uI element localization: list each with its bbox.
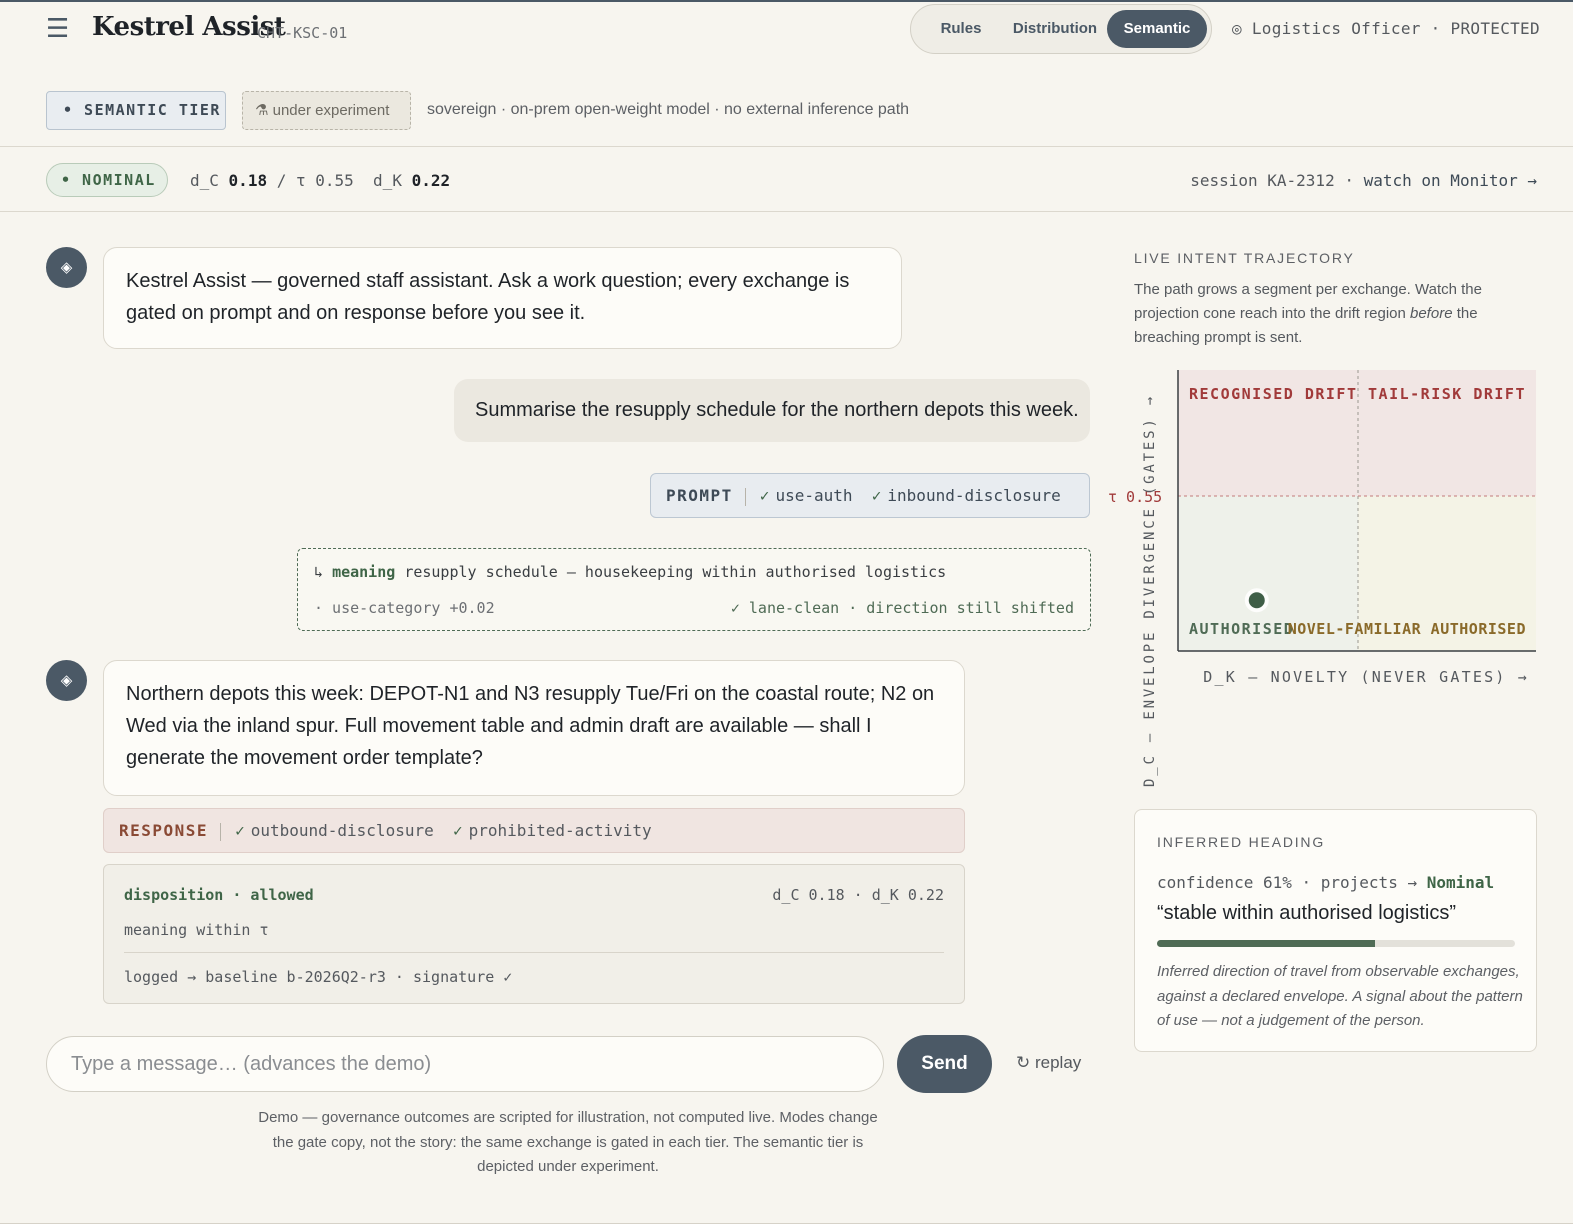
desc-emphasis: before: [1410, 305, 1453, 322]
experiment-badge: ⚗ under experiment: [242, 91, 411, 130]
top-bar: ☰ Kestrel Assist CHT-KSC-01 Rules Distri…: [0, 2, 1573, 64]
tier-badge: • SEMANTIC TIER: [46, 91, 226, 130]
assistant-reply-message: Northern depots this week: DEPOT-N1 and …: [103, 660, 965, 796]
tier-description: sovereign · on-prem open-weight model · …: [427, 101, 910, 118]
disposition-meaning: meaning within τ: [124, 921, 269, 939]
send-button[interactable]: Send: [897, 1035, 992, 1093]
meaning-box: ↳ meaning resupply schedule — housekeepi…: [297, 548, 1091, 631]
session-id: session KA-2312 ·: [1190, 171, 1354, 190]
heading-note: Inferred direction of travel from observ…: [1157, 963, 1523, 1029]
heading-card-title: INFERRED HEADING: [1157, 834, 1326, 850]
experiment-label: under experiment: [272, 102, 390, 119]
confidence-bar-fill: [1157, 940, 1376, 947]
assistant-avatar-icon: ◈: [46, 660, 87, 701]
prompt-gate: PROMPT ✓ use-auth ✓ inbound-disclosure: [650, 473, 1090, 518]
lane-status: ✓ lane-clean · direction still shifted: [730, 599, 1074, 617]
message-input[interactable]: Type a message… (advances the demo): [46, 1036, 884, 1092]
divider: [220, 822, 222, 841]
tab-rules[interactable]: Rules: [919, 10, 1003, 48]
gate-check: inbound-disclosure: [887, 486, 1061, 505]
meaning-text: resupply schedule — housekeeping within …: [404, 563, 947, 581]
heading-confidence: confidence 61% · projects → Nominal: [1157, 873, 1494, 892]
quadrant-label-recognised-drift: RECOGNISED DRIFT: [1189, 385, 1358, 403]
check-icon: ✓: [871, 486, 882, 505]
status-badge: • NOMINAL: [46, 163, 168, 197]
monitor-link[interactable]: watch on Monitor →: [1364, 171, 1537, 190]
meaning-arrow-icon: ↳: [314, 563, 324, 581]
status-strip: • NOMINAL d_C 0.18 / τ 0.55 d_K 0.22 ses…: [0, 147, 1573, 212]
dc-label: d_C: [190, 171, 219, 190]
response-gate: RESPONSE ✓ outbound-disclosure ✓ prohibited…: [103, 808, 965, 853]
app-code: CHT-KSC-01: [257, 24, 348, 42]
inferred-heading-card: INFERRED HEADING confidence 61% · projec…: [1134, 809, 1537, 1052]
check-icon: ✓: [453, 821, 463, 840]
user-icon: ◎: [1232, 19, 1242, 38]
mode-switch: Rules Distribution Semantic: [910, 4, 1212, 54]
divider: [744, 487, 746, 506]
trajectory-title: LIVE INTENT TRAJECTORY: [1134, 250, 1355, 266]
prompt-gate-label: PROMPT: [666, 486, 733, 505]
gate-check: prohibited-activity: [468, 821, 652, 840]
dk-value: 0.22: [411, 171, 451, 190]
y-axis-label: D_C — ENVELOPE DIVERGENCE (GATES) →: [1142, 394, 1158, 787]
replay-button[interactable]: ↻ replay: [1016, 1053, 1081, 1073]
divider: [124, 952, 944, 953]
assistant-intro-message: Kestrel Assist — governed staff assistan…: [103, 247, 902, 349]
response-gate-label: RESPONSE: [119, 821, 209, 840]
use-category: · use-category +0.02: [314, 599, 495, 617]
tab-semantic[interactable]: Semantic: [1107, 10, 1207, 48]
confidence-bar: [1157, 940, 1515, 947]
disposition-title: disposition · allowed: [124, 886, 314, 904]
dc-value: 0.18: [228, 171, 268, 190]
trajectory-chart: RECOGNISED DRIFT TAIL-RISK DRIFT AUTHORI…: [1108, 370, 1536, 787]
quadrant-label-tail-risk-drift: TAIL-RISK DRIFT: [1368, 385, 1526, 403]
user-message: Summarise the resupply schedule for the …: [454, 379, 1090, 442]
meaning-line: ↳ meaning resupply schedule — housekeepi…: [314, 563, 946, 581]
demo-footnote: Demo — governance outcomes are scripted …: [258, 1109, 878, 1175]
projected-state: Nominal: [1426, 873, 1495, 892]
quadrant-label-authorised: AUTHORISED: [1189, 620, 1294, 638]
tier-strip: • SEMANTIC TIER ⚗ under experiment sover…: [0, 64, 1573, 147]
check-icon: ✓: [759, 486, 770, 505]
user-role: ◎ Logistics Officer · PROTECTED: [1232, 19, 1540, 38]
assistant-avatar-icon: ◈: [46, 247, 87, 288]
disposition-metrics: d_C 0.18 · d_K 0.22: [772, 886, 944, 904]
quadrant-label-novel-authorised: NOVEL-FAMILIAR AUTHORISED: [1288, 620, 1526, 638]
user-role-label: Logistics Officer · PROTECTED: [1251, 19, 1540, 38]
trajectory-points: [1244, 588, 1269, 613]
metric-readout: d_C 0.18 / τ 0.55 d_K 0.22: [190, 171, 450, 190]
trajectory-description: The path grows a segment per exchange. W…: [1134, 278, 1534, 350]
gate-check: outbound-disclosure: [250, 821, 434, 840]
gate-check: use-auth: [775, 486, 853, 505]
tau-text: / τ 0.55: [276, 171, 354, 190]
x-axis-label: D_K — NOVELTY (NEVER GATES) →: [1203, 668, 1529, 686]
disposition-log: logged → baseline b-2026Q2-r3 · signatur…: [124, 968, 513, 986]
confidence-text: confidence 61% · projects →: [1157, 873, 1418, 892]
check-icon: ✓: [235, 821, 245, 840]
session-info: session KA-2312 · watch on Monitor →: [1190, 171, 1537, 190]
disposition-card: disposition · allowed d_C 0.18 · d_K 0.2…: [103, 864, 965, 1004]
menu-icon[interactable]: ☰: [46, 15, 69, 41]
heading-quote: “stable within authorised logistics”: [1157, 902, 1457, 924]
tab-distribution[interactable]: Distribution: [1003, 10, 1107, 48]
flask-icon: ⚗: [255, 102, 269, 119]
dk-label: d_K: [373, 171, 402, 190]
trajectory-point: [1248, 592, 1265, 609]
meaning-label: meaning: [332, 563, 396, 581]
